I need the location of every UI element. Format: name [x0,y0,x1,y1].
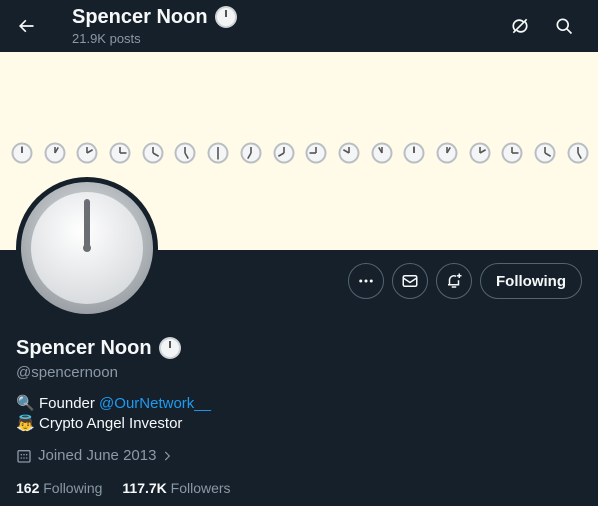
magnifying-glass-icon: 🔍 [16,395,35,412]
banner-clock-icon [501,142,523,164]
bio-line: 🔍 Founder @OurNetwork__ [16,394,582,414]
followers-label: Followers [170,480,231,496]
banner-clock-icon [534,142,556,164]
angel-icon: 👼 [16,415,35,432]
profile-actions: Following [348,263,582,299]
no-repost-icon [512,18,528,34]
top-bar: Spencer Noon 21.9K posts [0,0,598,52]
banner-clock-icon [403,142,425,164]
banner-clock-icon [305,142,327,164]
header-title-block: Spencer Noon 21.9K posts [72,4,238,47]
profile-handle: @spencernoon [16,364,118,381]
bio-line: 👼 Crypto Angel Investor [16,414,582,434]
follow-stats: 162 Following 117.7K Followers [16,478,582,498]
profile-name-row: Spencer Noon [16,336,582,360]
header-title-row: Spencer Noon [72,4,238,30]
banner-clock-icon [207,142,229,164]
calendar-icon [17,450,31,463]
header-post-count: 21.9K posts [72,31,141,46]
bio-text: Crypto Angel Investor [39,415,183,432]
mail-icon [402,275,418,287]
profile-name: Spencer Noon [16,337,152,359]
clock-emoji-icon [214,6,237,28]
banner-clock-icon [174,142,196,164]
avatar[interactable] [16,177,158,319]
back-arrow-icon [19,19,34,33]
clock-emoji-icon [158,337,181,359]
joined-date: Joined June 2013 [38,447,157,464]
bell-plus-icon [448,273,462,288]
banner-clock-icon [371,142,393,164]
banner-clock-icon [338,142,360,164]
following-label: Following [43,480,103,496]
banner-clock-icon [11,142,33,164]
notifications-button[interactable] [436,263,473,299]
search-icon [556,18,573,35]
message-button[interactable] [392,263,429,299]
clock-avatar-icon [21,182,153,314]
following-button[interactable]: Following [480,263,582,299]
no-repost-button[interactable] [502,8,538,44]
banner-clock-icon [273,142,294,164]
chevron-right-icon [165,451,171,461]
bio-text: Founder [39,395,100,412]
banner-clock-icon [76,142,98,164]
banner-clock-icon [109,142,131,164]
banner-clock-icon [142,142,164,164]
followers-count-link[interactable]: 117.7K Followers [122,478,230,498]
followers-count: 117.7K [122,480,167,496]
banner-clock-icon [567,142,589,164]
more-icon [359,279,373,283]
profile-info: Spencer Noon @spencernoon 🔍 Founder @Our… [16,336,582,498]
banner-clock-icon [436,142,458,164]
banner-clock-icon [240,142,262,164]
bio-link-ournetwork[interactable]: @OurNetwork__ [99,394,211,414]
banner-clock-row [11,142,589,164]
profile-bio: 🔍 Founder @OurNetwork__ 👼 Crypto Angel I… [16,394,582,434]
banner-clock-icon [469,142,491,164]
following-count: 162 [16,480,40,496]
more-button[interactable] [348,263,385,299]
joined-date-row[interactable]: Joined June 2013 [16,446,582,466]
header-title: Spencer Noon [72,6,208,28]
back-button[interactable] [8,8,44,44]
banner-clock-icon [44,142,66,164]
search-button[interactable] [546,8,582,44]
following-count-link[interactable]: 162 Following [16,478,102,498]
